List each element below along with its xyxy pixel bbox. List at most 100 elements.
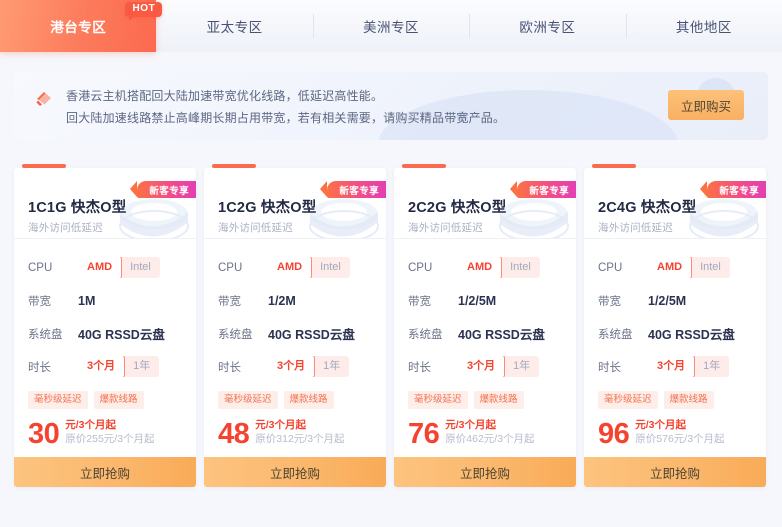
- tab-label: 亚太专区: [206, 20, 263, 35]
- spec-row-cpu: CPU AMD Intel: [14, 251, 196, 284]
- product-card[interactable]: 新客专享 2C2G 快杰O型 海外访问低延迟 CPU AMD Intel 带宽 …: [394, 164, 576, 487]
- card-tags: 毫秒级延迟 爆款线路: [14, 387, 196, 409]
- cpu-option-intel[interactable]: Intel: [121, 257, 160, 278]
- spec-value-bandwidth: 1M: [78, 293, 96, 308]
- tab-label: 欧洲专区: [519, 20, 576, 35]
- price-amount: 48: [218, 418, 250, 450]
- spec-row-bandwidth: 带宽 1/2/5M: [584, 284, 766, 317]
- duration-option-3-months[interactable]: 3个月: [78, 356, 126, 377]
- card-tags: 毫秒级延迟 爆款线路: [204, 387, 386, 409]
- card-specs: CPU AMD Intel 带宽 1/2M 系统盘 40G RSSD云盘 时长: [204, 239, 386, 387]
- spec-row-cpu: CPU AMD Intel: [204, 251, 386, 284]
- cpu-option-amd[interactable]: AMD: [458, 257, 503, 278]
- spec-label-disk: 系统盘: [408, 328, 443, 341]
- spec-label-bandwidth: 带宽: [598, 295, 621, 308]
- spec-row-bandwidth: 带宽 1/2/5M: [394, 284, 576, 317]
- card-title: 2C4G 快杰O型: [598, 200, 697, 216]
- duration-option-3-months[interactable]: 3个月: [458, 356, 506, 377]
- tab-apac[interactable]: 亚太专区: [156, 0, 312, 52]
- duration-option-1-year[interactable]: 1年: [504, 356, 539, 377]
- cpu-option-amd[interactable]: AMD: [268, 257, 313, 278]
- duration-option-1-year[interactable]: 1年: [694, 356, 729, 377]
- duration-option-1-year[interactable]: 1年: [124, 356, 159, 377]
- price-original: 原价312元/3个月起: [255, 433, 345, 445]
- price-original: 原价462元/3个月起: [445, 433, 535, 445]
- card-specs: CPU AMD Intel 带宽 1/2/5M 系统盘 40G RSSD云盘 时…: [394, 239, 576, 387]
- price-details: 元/3个月起 原价255元/3个月起: [65, 418, 154, 447]
- price-details: 元/3个月起 原价312元/3个月起: [255, 418, 344, 447]
- spec-label-cpu: CPU: [408, 261, 433, 274]
- tab-europe[interactable]: 欧洲专区: [469, 0, 625, 52]
- tag-hot-line: 爆款线路: [663, 391, 714, 409]
- card-tags: 毫秒级延迟 爆款线路: [584, 387, 766, 409]
- price-unit: 元/3个月起: [65, 419, 117, 431]
- grab-now-button[interactable]: 立即抢购: [204, 457, 386, 487]
- card-tags: 毫秒级延迟 爆款线路: [394, 387, 576, 409]
- price-amount: 76: [408, 418, 440, 450]
- duration-selector[interactable]: 3个月 1年: [648, 356, 730, 377]
- cpu-selector[interactable]: AMD Intel: [648, 257, 730, 278]
- cpu-selector[interactable]: AMD Intel: [78, 257, 160, 278]
- card-subtitle: 海外访问低延迟: [408, 222, 483, 234]
- card-header: 2C2G 快杰O型 海外访问低延迟: [394, 168, 576, 238]
- product-card[interactable]: 新客专享 1C2G 快杰O型 海外访问低延迟 CPU AMD Intel 带宽 …: [204, 164, 386, 487]
- duration-option-3-months[interactable]: 3个月: [268, 356, 316, 377]
- price-amount: 30: [28, 418, 60, 450]
- price-unit: 元/3个月起: [255, 419, 307, 431]
- cpu-option-amd[interactable]: AMD: [648, 257, 693, 278]
- cpu-selector[interactable]: AMD Intel: [268, 257, 350, 278]
- tab-label: 其他地区: [675, 20, 732, 35]
- notice-text: 香港云主机搭配回大陆加速带宽优化线路，低延迟高性能。 回大陆加速线路禁止高峰期长…: [66, 85, 505, 129]
- product-card-list: 新客专享 1C1G 快杰O型 海外访问低延迟 CPU AMD Intel 带宽 …: [14, 164, 768, 487]
- spec-row-disk: 系统盘 40G RSSD云盘: [394, 317, 576, 350]
- card-specs: CPU AMD Intel 带宽 1M 系统盘 40G RSSD云盘 时长 3个…: [14, 239, 196, 387]
- duration-option-3-months[interactable]: 3个月: [648, 356, 696, 377]
- grab-now-button[interactable]: 立即抢购: [584, 457, 766, 487]
- cpu-option-amd[interactable]: AMD: [78, 257, 123, 278]
- notice-line-1: 香港云主机搭配回大陆加速带宽优化线路，低延迟高性能。: [66, 89, 384, 103]
- buy-now-button[interactable]: 立即购买: [668, 90, 744, 120]
- duration-selector[interactable]: 3个月 1年: [268, 356, 350, 377]
- tag-latency: 毫秒级延迟: [598, 391, 658, 409]
- spec-label-bandwidth: 带宽: [408, 295, 431, 308]
- duration-selector[interactable]: 3个月 1年: [458, 356, 540, 377]
- card-subtitle: 海外访问低延迟: [218, 222, 293, 234]
- cpu-option-intel[interactable]: Intel: [501, 257, 540, 278]
- spec-value-bandwidth: 1/2/5M: [648, 293, 687, 308]
- card-price: 30 元/3个月起 原价255元/3个月起: [14, 409, 196, 457]
- card-title: 1C2G 快杰O型: [218, 200, 317, 216]
- grab-now-button[interactable]: 立即抢购: [14, 457, 196, 487]
- product-card[interactable]: 新客专享 2C4G 快杰O型 海外访问低延迟 CPU AMD Intel 带宽 …: [584, 164, 766, 487]
- spec-row-cpu: CPU AMD Intel: [394, 251, 576, 284]
- spec-label-cpu: CPU: [28, 261, 53, 274]
- spec-label-disk: 系统盘: [28, 328, 63, 341]
- spec-row-duration: 时长 3个月 1年: [394, 350, 576, 383]
- tab-hk-tw[interactable]: 港台专区 HOT: [0, 0, 163, 52]
- megaphone-icon: [36, 92, 51, 106]
- card-title: 1C1G 快杰O型: [28, 200, 127, 216]
- spec-label-duration: 时长: [408, 361, 431, 374]
- grab-now-button[interactable]: 立即抢购: [394, 457, 576, 487]
- duration-selector[interactable]: 3个月 1年: [78, 356, 160, 377]
- card-header: 2C4G 快杰O型 海外访问低延迟: [584, 168, 766, 238]
- card-subtitle: 海外访问低延迟: [598, 222, 673, 234]
- tag-latency: 毫秒级延迟: [28, 391, 88, 409]
- cpu-selector[interactable]: AMD Intel: [458, 257, 540, 278]
- spec-row-disk: 系统盘 40G RSSD云盘: [204, 317, 386, 350]
- cpu-option-intel[interactable]: Intel: [691, 257, 730, 278]
- tab-label: 美洲专区: [363, 20, 420, 35]
- tab-americas[interactable]: 美洲专区: [312, 0, 469, 52]
- card-price: 76 元/3个月起 原价462元/3个月起: [394, 409, 576, 457]
- price-amount: 96: [598, 418, 630, 450]
- spec-label-disk: 系统盘: [598, 328, 633, 341]
- card-title: 2C2G 快杰O型: [408, 200, 507, 216]
- product-card[interactable]: 新客专享 1C1G 快杰O型 海外访问低延迟 CPU AMD Intel 带宽 …: [14, 164, 196, 487]
- spec-value-disk: 40G RSSD云盘: [268, 328, 355, 342]
- tab-other-regions[interactable]: 其他地区: [625, 0, 782, 52]
- card-subtitle: 海外访问低延迟: [28, 222, 103, 234]
- spec-value-disk: 40G RSSD云盘: [458, 328, 545, 342]
- cpu-option-intel[interactable]: Intel: [311, 257, 350, 278]
- region-tab-bar: 港台专区 HOT 亚太专区 美洲专区 欧洲专区 其他地区: [0, 0, 782, 52]
- duration-option-1-year[interactable]: 1年: [314, 356, 349, 377]
- spec-row-duration: 时长 3个月 1年: [204, 350, 386, 383]
